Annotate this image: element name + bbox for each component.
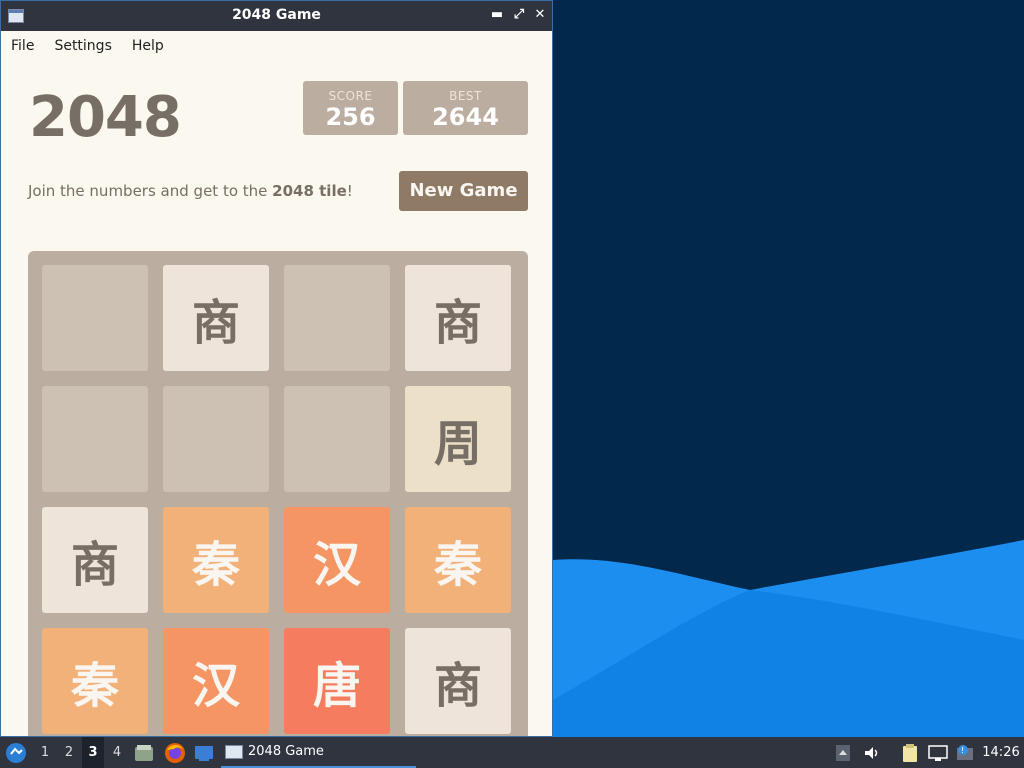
game-window: 2048 Game ▬ ⤢ ✕ File Settings Help 2048 …: [0, 0, 553, 737]
score-value: 256: [325, 103, 376, 131]
board-cell-empty: [163, 386, 269, 492]
board-cell-empty: [42, 265, 148, 371]
taskbar: 1 2 3 4 2048 Game ! 14:26: [0, 737, 1024, 768]
board-tile: 商: [405, 628, 511, 734]
notification-icon[interactable]: !: [953, 737, 977, 768]
network-icon[interactable]: [926, 737, 950, 768]
minimize-icon[interactable]: ▬: [487, 5, 507, 25]
system-tray-up-icon[interactable]: [832, 737, 854, 768]
board-tile: 汉: [284, 507, 390, 613]
menu-help[interactable]: Help: [132, 38, 164, 54]
best-label: BEST: [449, 89, 482, 103]
window-titlebar[interactable]: 2048 Game ▬ ⤢ ✕: [1, 1, 552, 31]
board-cell-empty: [284, 386, 390, 492]
firefox-icon[interactable]: [162, 737, 188, 768]
board-tile: 秦: [405, 507, 511, 613]
maximize-icon[interactable]: ⤢: [509, 5, 529, 25]
board-tile: 周: [405, 386, 511, 492]
best-value: 2644: [432, 103, 499, 131]
workspace-4[interactable]: 4: [106, 737, 128, 768]
game-board[interactable]: 商商周商秦汉秦秦汉唐商: [28, 251, 528, 736]
task-label: 2048 Game: [248, 744, 324, 759]
task-window-icon: [225, 744, 243, 759]
menubar: File Settings Help: [1, 31, 552, 61]
close-icon[interactable]: ✕: [530, 5, 550, 25]
new-game-button[interactable]: New Game: [399, 171, 528, 211]
board-tile: 汉: [163, 628, 269, 734]
clock: 14:26: [982, 745, 1020, 760]
clipboard-icon[interactable]: [898, 737, 922, 768]
score-label: SCORE: [328, 89, 373, 103]
workspace-1[interactable]: 1: [34, 737, 56, 768]
board-tile: 秦: [42, 628, 148, 734]
file-manager-icon[interactable]: [132, 737, 156, 768]
board-tile: 商: [163, 265, 269, 371]
board-tile: 唐: [284, 628, 390, 734]
window-title: 2048 Game: [232, 7, 321, 23]
board-tile: 商: [42, 507, 148, 613]
board-cell-empty: [284, 265, 390, 371]
workspace-3[interactable]: 3: [82, 737, 104, 768]
intro-bold: 2048 tile: [272, 182, 347, 200]
game-intro: Join the numbers and get to the 2048 til…: [28, 182, 353, 200]
taskbar-task-2048[interactable]: 2048 Game: [221, 737, 416, 768]
start-menu-icon[interactable]: [2, 737, 30, 768]
svg-text:!: !: [961, 746, 964, 755]
desktop-icon[interactable]: [192, 737, 216, 768]
board-tile: 秦: [163, 507, 269, 613]
best-box: BEST 2644: [403, 81, 528, 135]
board-tile: 商: [405, 265, 511, 371]
board-cell-empty: [42, 386, 148, 492]
score-box: SCORE 256: [303, 81, 398, 135]
workspace-2[interactable]: 2: [58, 737, 80, 768]
menu-file[interactable]: File: [11, 38, 34, 54]
volume-icon[interactable]: [860, 737, 884, 768]
intro-suffix: !: [346, 182, 353, 200]
menu-settings[interactable]: Settings: [54, 38, 111, 54]
game-title: 2048: [29, 85, 182, 150]
intro-prefix: Join the numbers and get to the: [28, 182, 273, 200]
